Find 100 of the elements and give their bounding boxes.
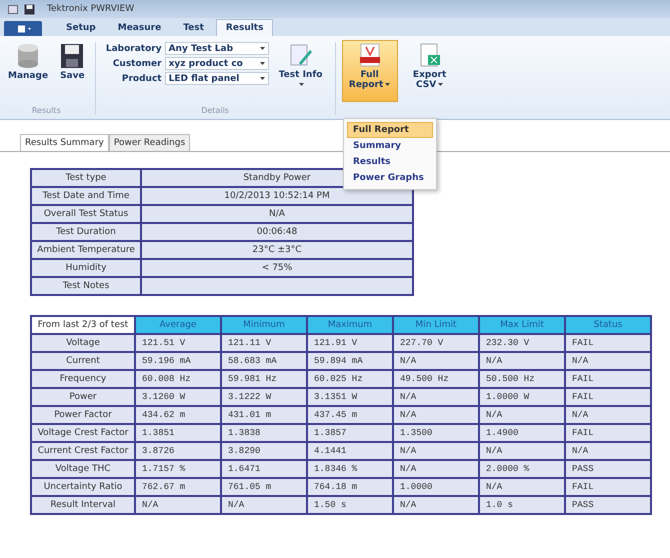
table-cell: 762.67 m (135, 478, 221, 496)
table-cell: N/A (141, 205, 413, 223)
table-cell: 49.500 Hz (393, 370, 479, 388)
row-header: Voltage Crest Factor (31, 424, 135, 442)
dropdown-field[interactable]: LED flat panel (164, 72, 269, 85)
ribbon-button[interactable]: Save (56, 40, 89, 102)
table-cell: N/A (479, 406, 565, 424)
file-menu-button[interactable] (4, 21, 42, 36)
row-header: Frequency (31, 370, 135, 388)
table-cell: < 75% (141, 259, 413, 277)
save-icon[interactable] (24, 4, 35, 14)
table-cell: 1.3500 (393, 424, 479, 442)
table-cell: 60.008 Hz (135, 370, 221, 388)
table-cell: 431.01 m (221, 406, 307, 424)
table-cell: 50.500 Hz (479, 370, 565, 388)
table-cell: 59.981 Hz (221, 370, 307, 388)
row-header: Voltage (31, 334, 135, 352)
table-cell: 1.7157 % (135, 460, 221, 478)
row-header: Current (31, 352, 135, 370)
table-cell: 1.3838 (221, 424, 307, 442)
caret-icon (385, 82, 390, 86)
table-cell: 58.683 mA (221, 352, 307, 370)
group-label: Details (201, 106, 229, 117)
table-cell: Test Notes (31, 277, 141, 295)
row-header: Power Factor (31, 406, 135, 424)
column-header: Max Limit (479, 316, 565, 334)
row-header: Uncertainty Ratio (31, 478, 135, 496)
table-cell: 1.0 s (479, 496, 565, 514)
table-cell: 227.70 V (393, 334, 479, 352)
table-cell: 1.0000 W (479, 388, 565, 406)
table-cell: N/A (393, 460, 479, 478)
table-cell: 1.6471 (221, 460, 307, 478)
ribbon-button[interactable]: Test Info (272, 40, 329, 102)
table-cell: Test Date and Time (31, 187, 141, 205)
ribbon-button[interactable]: Manage (4, 40, 52, 102)
dropdown-field[interactable]: xyz product co (164, 57, 269, 70)
dropdown-field[interactable]: Any Test Lab (164, 42, 269, 55)
table-cell: Overall Test Status (31, 205, 141, 223)
ribbon-tab[interactable]: Test (173, 19, 214, 36)
caret-icon (299, 82, 304, 86)
table-cell: FAIL (565, 424, 651, 442)
window-title: Tektronix PWRVIEW (47, 4, 134, 14)
table-cell: 764.18 m (307, 478, 393, 496)
table-cell: 434.62 m (135, 406, 221, 424)
table-cell: 2.0000 % (479, 460, 565, 478)
ribbon-button[interactable]: Full Report (342, 40, 398, 102)
table-cell: N/A (479, 442, 565, 460)
database-icon (16, 43, 40, 69)
table-cell: 10/2/2013 10:52:14 PM (141, 187, 413, 205)
table-cell: 4.1441 (307, 442, 393, 460)
caret-icon (260, 77, 265, 80)
table-cell: Test type (31, 169, 141, 187)
table-cell: FAIL (565, 478, 651, 496)
table-cell: N/A (565, 442, 651, 460)
table-cell: N/A (393, 352, 479, 370)
table-cell: 121.11 V (221, 334, 307, 352)
column-header: Average (135, 316, 221, 334)
table-cell: 23°C ±3°C (141, 241, 413, 259)
table-cell: PASS (565, 496, 651, 514)
menu-item[interactable]: Summary (347, 138, 433, 154)
table-cell: 59.894 mA (307, 352, 393, 370)
table-cell: 60.025 Hz (307, 370, 393, 388)
table-cell: 1.8346 % (307, 460, 393, 478)
field-label: Customer (112, 58, 162, 68)
ribbon-button[interactable]: Export CSV (402, 40, 458, 102)
column-header: Minimum (221, 316, 307, 334)
document-tab[interactable]: Power Readings (108, 134, 190, 151)
table-cell: N/A (393, 406, 479, 424)
table-cell: 121.51 V (135, 334, 221, 352)
ribbon-tab[interactable]: Setup (56, 19, 106, 36)
row-header: Result Interval (31, 496, 135, 514)
document-tab[interactable]: Results Summary (20, 134, 109, 151)
ribbon-tab[interactable]: Results (216, 19, 274, 36)
row-header: Power (31, 388, 135, 406)
table-cell: 1.4900 (479, 424, 565, 442)
table-cell: N/A (135, 496, 221, 514)
table-cell: N/A (393, 388, 479, 406)
table-cell: FAIL (565, 388, 651, 406)
group-label: Results (32, 106, 61, 117)
table-cell: Test Duration (31, 223, 141, 241)
table-cell: 761.05 m (221, 478, 307, 496)
table-cell: N/A (221, 496, 307, 514)
table-cell: N/A (479, 478, 565, 496)
menu-item[interactable]: Results (347, 154, 433, 170)
table-cell: N/A (479, 352, 565, 370)
table-cell: 3.1222 W (221, 388, 307, 406)
table-cell: N/A (565, 406, 651, 424)
table-cell: FAIL (565, 334, 651, 352)
ribbon-tab[interactable]: Measure (108, 19, 172, 36)
table-cell: PASS (565, 460, 651, 478)
table-cell: 232.30 V (479, 334, 565, 352)
table-cell: Ambient Temperature (31, 241, 141, 259)
table-cell: 00:06:48 (141, 223, 413, 241)
table-cell: FAIL (565, 370, 651, 388)
menu-item[interactable]: Full Report (347, 122, 433, 138)
table-cell: N/A (393, 496, 479, 514)
caret-icon (260, 47, 265, 50)
table-cell: 1.50 s (307, 496, 393, 514)
table-cell: 59.196 mA (135, 352, 221, 370)
table-cell: 3.8726 (135, 442, 221, 460)
